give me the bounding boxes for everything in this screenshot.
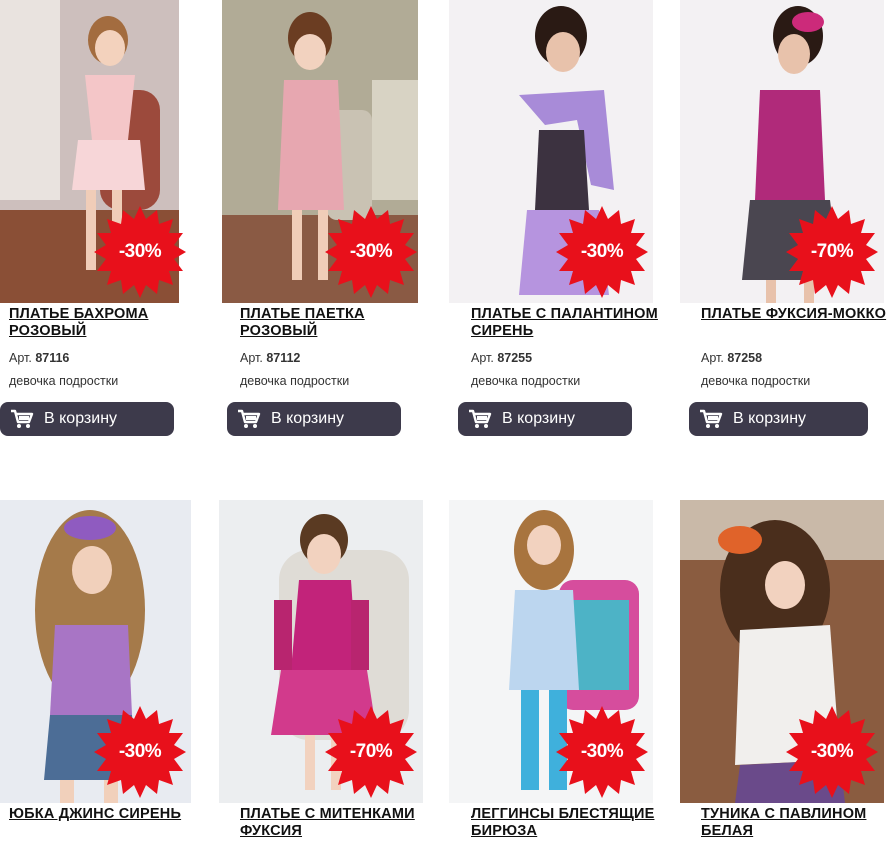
discount-label: -30% [349, 241, 393, 262]
discount-label: -30% [810, 741, 854, 762]
discount-badge: -30% [94, 706, 186, 798]
article-number: Арт. 87258 [701, 351, 763, 365]
add-to-cart-button[interactable]: В корзину [689, 402, 868, 436]
add-to-cart-label: В корзину [271, 410, 345, 427]
shopping-cart-icon [469, 409, 492, 428]
product-title-link[interactable]: ПЛАТЬЕ С ПАЛАНТИНОМ СИРЕНЬ [471, 306, 671, 340]
discount-label: -30% [118, 241, 162, 262]
product-title-link[interactable]: ЮБКА ДЖИНС СИРЕНЬ [9, 806, 209, 823]
add-to-cart-button[interactable]: В корзину [458, 402, 632, 436]
shopping-cart-icon [238, 409, 261, 428]
discount-badge: -30% [556, 206, 648, 298]
discount-badge: -30% [325, 206, 417, 298]
product-title-link[interactable]: ПЛАТЬЕ БАХРОМА РОЗОВЫЙ [9, 306, 209, 340]
shopping-cart-icon [11, 409, 34, 428]
add-to-cart-button[interactable]: В корзину [227, 402, 401, 436]
discount-badge: -30% [94, 206, 186, 298]
product-category: девочка подростки [701, 374, 811, 388]
discount-label: -30% [580, 241, 624, 262]
discount-badge: -70% [786, 206, 878, 298]
product-title-link[interactable]: ПЛАТЬЕ С МИТЕНКАМИ ФУКСИЯ [240, 806, 440, 840]
add-to-cart-label: В корзину [502, 410, 576, 427]
add-to-cart-label: В корзину [733, 410, 807, 427]
product-title-link[interactable]: ПЛАТЬЕ ФУКСИЯ-МОККО [701, 306, 892, 323]
article-number: Арт. 87255 [471, 351, 533, 365]
product-category: девочка подростки [471, 374, 581, 388]
add-to-cart-label: В корзину [44, 410, 118, 427]
product-title-link[interactable]: ТУНИКА С ПАВЛИНОМ БЕЛАЯ [701, 806, 892, 840]
discount-label: -70% [349, 741, 393, 762]
product-category: девочка подростки [240, 374, 350, 388]
discount-badge: -30% [556, 706, 648, 798]
article-number: Арт. 87116 [9, 351, 70, 365]
discount-badge: -30% [786, 706, 878, 798]
article-number: Арт. 87112 [240, 351, 301, 365]
product-title-link[interactable]: ПЛАТЬЕ ПАЕТКА РОЗОВЫЙ [240, 306, 440, 340]
discount-label: -30% [580, 741, 624, 762]
discount-badge: -70% [325, 706, 417, 798]
product-title-link[interactable]: ЛЕГГИНСЫ БЛЕСТЯЩИЕ БИРЮЗА [471, 806, 671, 840]
discount-label: -70% [810, 241, 854, 262]
product-category: девочка подростки [9, 374, 119, 388]
shopping-cart-icon [700, 409, 723, 428]
discount-label: -30% [118, 741, 162, 762]
add-to-cart-button[interactable]: В корзину [0, 402, 174, 436]
